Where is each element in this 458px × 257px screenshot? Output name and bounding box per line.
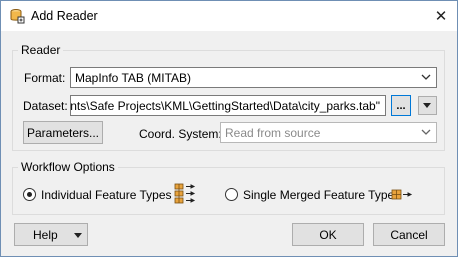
format-select[interactable]: MapInfo TAB (MITAB) [70,67,437,88]
workflow-options-label: Workflow Options [18,160,118,174]
coord-system-value: Read from source [225,126,321,140]
merged-label: Single Merged Feature Type [243,188,395,202]
merged-radio[interactable] [225,188,238,201]
format-value: MapInfo TAB (MITAB) [75,71,192,85]
chevron-down-icon [421,71,431,83]
option-individual[interactable]: Individual Feature Types [23,183,223,205]
ok-label: OK [319,227,337,242]
reader-group-label: Reader [18,43,64,57]
help-label: Help [33,227,58,242]
coord-system-label: Coord. System: [139,127,222,141]
individual-radio[interactable] [23,188,36,201]
format-label: Format: [24,71,66,85]
coord-system-select[interactable]: Read from source [220,122,437,143]
cancel-button[interactable]: Cancel [373,223,445,246]
individual-label: Individual Feature Types [41,188,172,202]
parameters-button[interactable]: Parameters... [23,121,103,144]
triangle-down-icon [423,103,431,108]
dataset-value: cuments\Safe Projects\KML\GettingStarted… [70,99,380,113]
close-icon[interactable]: ✕ [429,5,453,27]
dataset-input[interactable]: cuments\Safe Projects\KML\GettingStarted… [70,95,386,116]
help-button[interactable]: Help [14,223,88,246]
chevron-down-icon [421,126,431,138]
add-reader-dialog: Add Reader ✕ Reader Format: MapInfo TAB … [0,0,458,257]
single-feature-type-icon [391,188,413,202]
ok-button[interactable]: OK [292,223,364,246]
dataset-options-dropdown[interactable] [418,96,437,115]
radio-selected-dot [27,192,32,197]
title-bar: Add Reader ✕ [1,1,457,31]
triangle-down-icon [74,233,82,238]
option-merged[interactable]: Single Merged Feature Type [225,187,445,205]
dataset-label: Dataset: [23,99,68,113]
parameters-label: Parameters... [26,125,100,140]
multiple-feature-types-icon [174,183,196,205]
reader-app-icon [9,8,25,24]
window-title: Add Reader [31,9,98,23]
browse-label: ... [396,99,406,112]
browse-button[interactable]: ... [391,95,411,116]
cancel-label: Cancel [390,227,428,242]
